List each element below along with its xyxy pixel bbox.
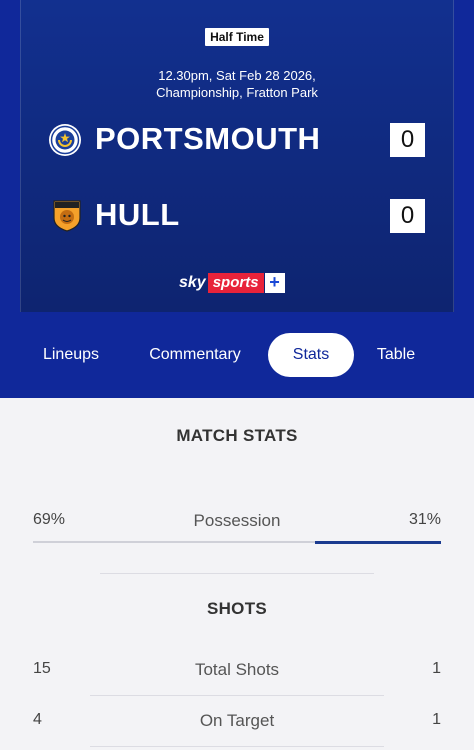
away-score: 0 (390, 199, 425, 233)
away-total-shots: 1 (432, 660, 441, 677)
section-divider (100, 573, 374, 574)
row-divider (90, 746, 384, 747)
possession-row: 69% Possession 31% (0, 511, 474, 537)
sky-sports-plus-logo: sky sports + (179, 273, 285, 293)
away-on-target: 1 (432, 711, 441, 728)
match-status-badge: Half Time (205, 28, 269, 46)
possession-label: Possession (193, 511, 281, 530)
total-shots-row: 15 Total Shots 1 (0, 660, 474, 686)
tab-commentary[interactable]: Commentary (135, 333, 255, 377)
tab-table[interactable]: Table (364, 333, 428, 377)
away-possession: 31% (408, 511, 441, 528)
plus-icon: + (264, 273, 285, 293)
row-divider (90, 695, 384, 696)
match-venue: Championship, Fratton Park (156, 85, 318, 100)
home-team-name: PORTSMOUTH (95, 121, 321, 156)
total-shots-label: Total Shots (194, 660, 280, 679)
match-tabs: Lineups Commentary Stats Table (0, 333, 474, 377)
sports-wordmark: sports (207, 273, 264, 293)
home-possession-bar (33, 541, 315, 543)
match-datetime: 12.30pm, Sat Feb 28 2026, (158, 68, 316, 83)
portsmouth-crest-icon (49, 124, 81, 156)
on-target-label: On Target (199, 711, 275, 730)
match-header: Half Time 12.30pm, Sat Feb 28 2026, Cham… (0, 0, 474, 398)
tab-stats[interactable]: Stats (268, 333, 354, 377)
hull-crest-icon (53, 200, 81, 232)
match-stats-heading: MATCH STATS (176, 426, 298, 445)
away-team-name: HULL (95, 197, 180, 232)
sky-wordmark: sky (179, 274, 206, 291)
home-score: 0 (390, 123, 425, 157)
shots-heading: SHOTS (206, 599, 268, 618)
on-target-row: 4 On Target 1 (0, 711, 474, 737)
tab-lineups[interactable]: Lineups (28, 333, 114, 377)
away-possession-bar (315, 541, 441, 544)
